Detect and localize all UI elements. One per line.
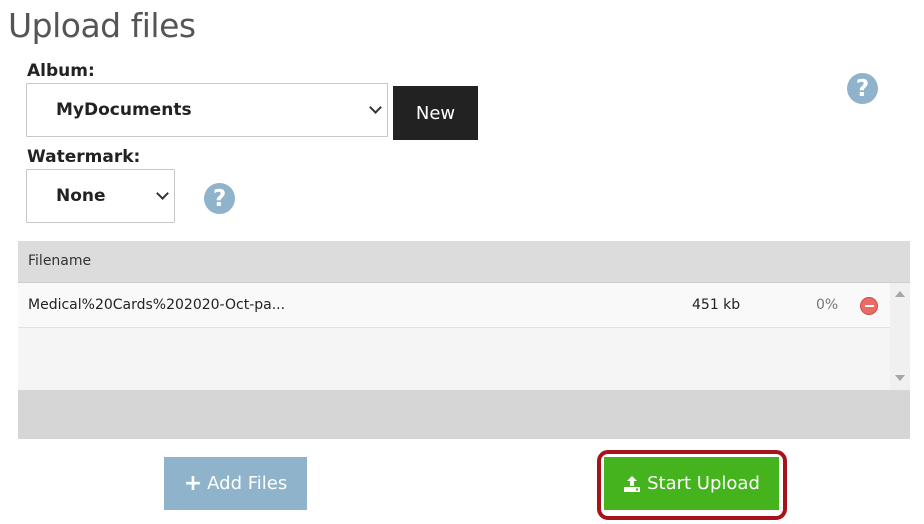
file-row: Medical%20Cards%202020-Oct-pa... 451 kb …	[18, 283, 890, 328]
chevron-down-icon	[156, 187, 169, 200]
start-upload-label: Start Upload	[647, 473, 760, 494]
file-table-footer	[18, 390, 910, 439]
file-table-header: Filename	[18, 241, 910, 283]
filename-column-header: Filename	[28, 253, 92, 269]
chevron-down-icon	[369, 101, 382, 114]
new-album-button[interactable]: New	[393, 86, 478, 140]
watermark-label: Watermark:	[27, 147, 141, 167]
album-label: Album:	[27, 61, 95, 81]
add-files-label: Add Files	[207, 473, 288, 494]
file-list-scrollbar[interactable]	[890, 283, 910, 390]
file-upload-panel: Filename Medical%20Cards%202020-Oct-pa..…	[18, 241, 910, 439]
album-help-icon[interactable]: ?	[847, 73, 878, 104]
watermark-selected-value: None	[56, 186, 106, 206]
watermark-select[interactable]: None	[26, 169, 175, 223]
file-progress: 0%	[816, 297, 839, 313]
scroll-down-arrow-icon[interactable]	[895, 375, 905, 381]
start-upload-button[interactable]: Start Upload	[604, 457, 779, 510]
page-title: Upload files	[8, 6, 196, 45]
watermark-help-icon[interactable]: ?	[204, 183, 235, 214]
file-name: Medical%20Cards%202020-Oct-pa...	[28, 297, 286, 313]
upload-icon	[623, 475, 641, 493]
plus-icon: +	[183, 470, 203, 496]
album-selected-value: MyDocuments	[56, 100, 192, 120]
file-size: 451 kb	[692, 297, 741, 313]
album-select[interactable]: MyDocuments	[26, 83, 388, 137]
scroll-up-arrow-icon[interactable]	[895, 291, 905, 297]
file-list: Medical%20Cards%202020-Oct-pa... 451 kb …	[18, 283, 890, 390]
add-files-button[interactable]: + Add Files	[164, 457, 307, 510]
remove-file-icon[interactable]	[860, 297, 878, 315]
